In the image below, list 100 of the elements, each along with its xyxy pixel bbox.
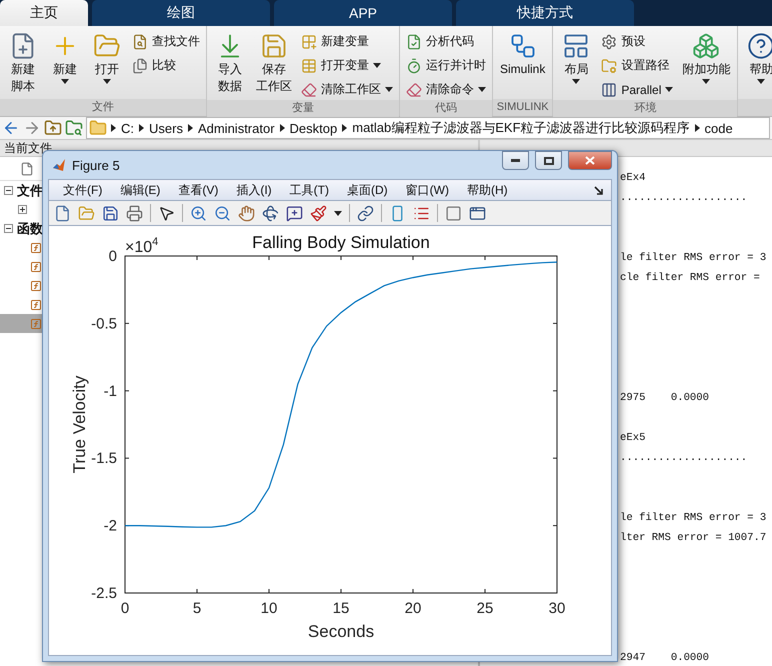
save-icon[interactable] [102,204,119,222]
ribbon-button[interactable]: 清除工作区 [299,79,395,100]
folder-gear-icon [601,58,618,74]
ribbon-button[interactable]: 分析代码 [404,31,488,52]
link-icon[interactable] [357,204,374,222]
brush-icon[interactable] [310,204,327,222]
console-line: eEx5 [620,431,646,446]
data-cursor-icon[interactable] [286,204,303,222]
path-segment[interactable]: Administrator [196,120,276,136]
ribbon-button[interactable]: 比较 [130,55,202,76]
ribbon-button[interactable]: 预设 [599,31,676,52]
console-line: lter RMS error = 1007.7 [620,531,768,546]
folder-browse-icon[interactable] [65,119,83,137]
y-tick-label: -1.5 [91,450,117,468]
console-line: .................... [620,451,748,466]
caret-icon [61,79,69,84]
ribbon-button[interactable]: 打开变量 [299,55,395,76]
menu-item[interactable]: 帮助(H) [458,182,516,198]
caret-icon [478,87,486,92]
ribbon-button[interactable]: 布局 [557,30,596,100]
caret-icon [665,87,674,92]
columns-icon [601,82,618,98]
ribbon-tab[interactable]: 主页 [0,0,88,26]
console-line: .................... [620,191,748,206]
menu-item[interactable]: 编辑(E) [112,182,168,198]
group-label: 代码 [400,100,492,117]
group-label: 变量 [207,100,399,117]
ribbon-button[interactable]: 新建 脚本 [4,30,42,99]
function-icon [30,316,42,330]
folder-up-icon[interactable] [44,119,62,137]
caret-icon [572,79,580,84]
menu-item[interactable]: 文件(F) [55,182,110,198]
ribbon-button[interactable]: 设置路径 [599,55,676,76]
ribbon-button[interactable]: 新建变量 [299,31,395,52]
close-icon [585,156,595,165]
collapse-icon[interactable] [4,186,13,195]
menu-item[interactable]: 工具(T) [282,182,337,198]
ribbon-button[interactable]: 运行并计时 [404,55,488,76]
forward-arrow-icon[interactable] [23,119,41,137]
ribbon-button[interactable]: Simulink [497,30,548,99]
window-title: Figure 5 [72,158,121,172]
y-tick-label: 0 [108,248,117,265]
new-file-icon[interactable] [54,204,71,222]
close-button[interactable] [568,151,612,170]
tree-label[interactable]: 文件 [17,182,43,200]
rotate-icon[interactable] [262,204,279,222]
ribbon-button[interactable]: 保存 工作区 [253,30,295,100]
table-icon [301,58,317,74]
ribbon-button[interactable]: 清除命令 [404,79,488,100]
ribbon-button[interactable]: 附加功能 [679,30,734,100]
x-tick-label: 5 [192,600,202,617]
menu-item[interactable]: 窗口(W) [398,182,457,198]
ribbon-button[interactable]: 新建 [46,30,84,99]
printer-icon[interactable] [126,204,143,222]
ribbon-button[interactable]: 查找文件 [130,31,202,52]
maximize-icon [544,156,554,164]
ribbon-tab[interactable]: APP [274,0,452,26]
minimize-button[interactable] [502,151,529,170]
window-icon[interactable] [469,204,486,222]
save-icon [260,32,288,60]
square-icon[interactable] [445,204,462,222]
ribbon-button[interactable]: 帮助 [742,30,772,99]
eraser-icon [301,82,317,98]
path-segment[interactable]: C: [120,120,135,136]
console-line: le filter RMS error = 3 [620,251,768,266]
menu-item[interactable]: 桌面(D) [338,182,396,198]
timer-icon [406,58,422,74]
path-segment[interactable]: Desktop [288,120,338,136]
expand-icon[interactable] [18,205,27,214]
function-icon [30,240,42,254]
tree-label[interactable]: 函数 [17,220,43,238]
separator-arrow-icon [188,124,193,132]
console-line: eEx4 [620,171,646,186]
collapse-icon[interactable] [4,224,13,233]
address-field[interactable]: C: Users Administrator Desktop matlab编程粒子滤波器与EKF粒子滤波器进行比较源码程序 code [86,117,770,139]
menu-item[interactable]: 查看(V) [170,182,226,198]
path-segment[interactable]: matlab编程粒子滤波器与EKF粒子滤波器进行比较源码程序 [351,119,691,137]
ribbon-button[interactable]: 导入 数据 [211,30,249,100]
dock-arrow-icon[interactable] [594,186,603,194]
zoom-out-icon[interactable] [214,204,231,222]
folder-icon [89,119,107,137]
ribbon-button[interactable]: 打开 [88,30,126,99]
y-axis-label: True Velocity [70,376,89,474]
app-logo-icon [52,158,66,172]
menu-item[interactable]: 插入(I) [228,182,280,198]
path-segment[interactable]: code [704,120,734,136]
ribbon-tab[interactable]: 绘图 [92,0,270,26]
file-search-icon [132,34,148,50]
pointer-icon[interactable] [158,204,175,222]
separator-arrow-icon [139,124,144,132]
hand-icon[interactable] [238,204,255,222]
layout-icon [562,32,590,60]
zoom-in-icon[interactable] [190,204,207,222]
function-icon [30,260,42,274]
path-segment[interactable]: Users [148,120,184,136]
separator-arrow-icon [694,124,700,132]
ribbon-tab[interactable]: 快捷方式 [456,0,634,26]
ribbon-button[interactable]: Parallel [599,79,676,100]
maximize-button[interactable] [535,151,562,170]
function-icon [30,298,42,312]
